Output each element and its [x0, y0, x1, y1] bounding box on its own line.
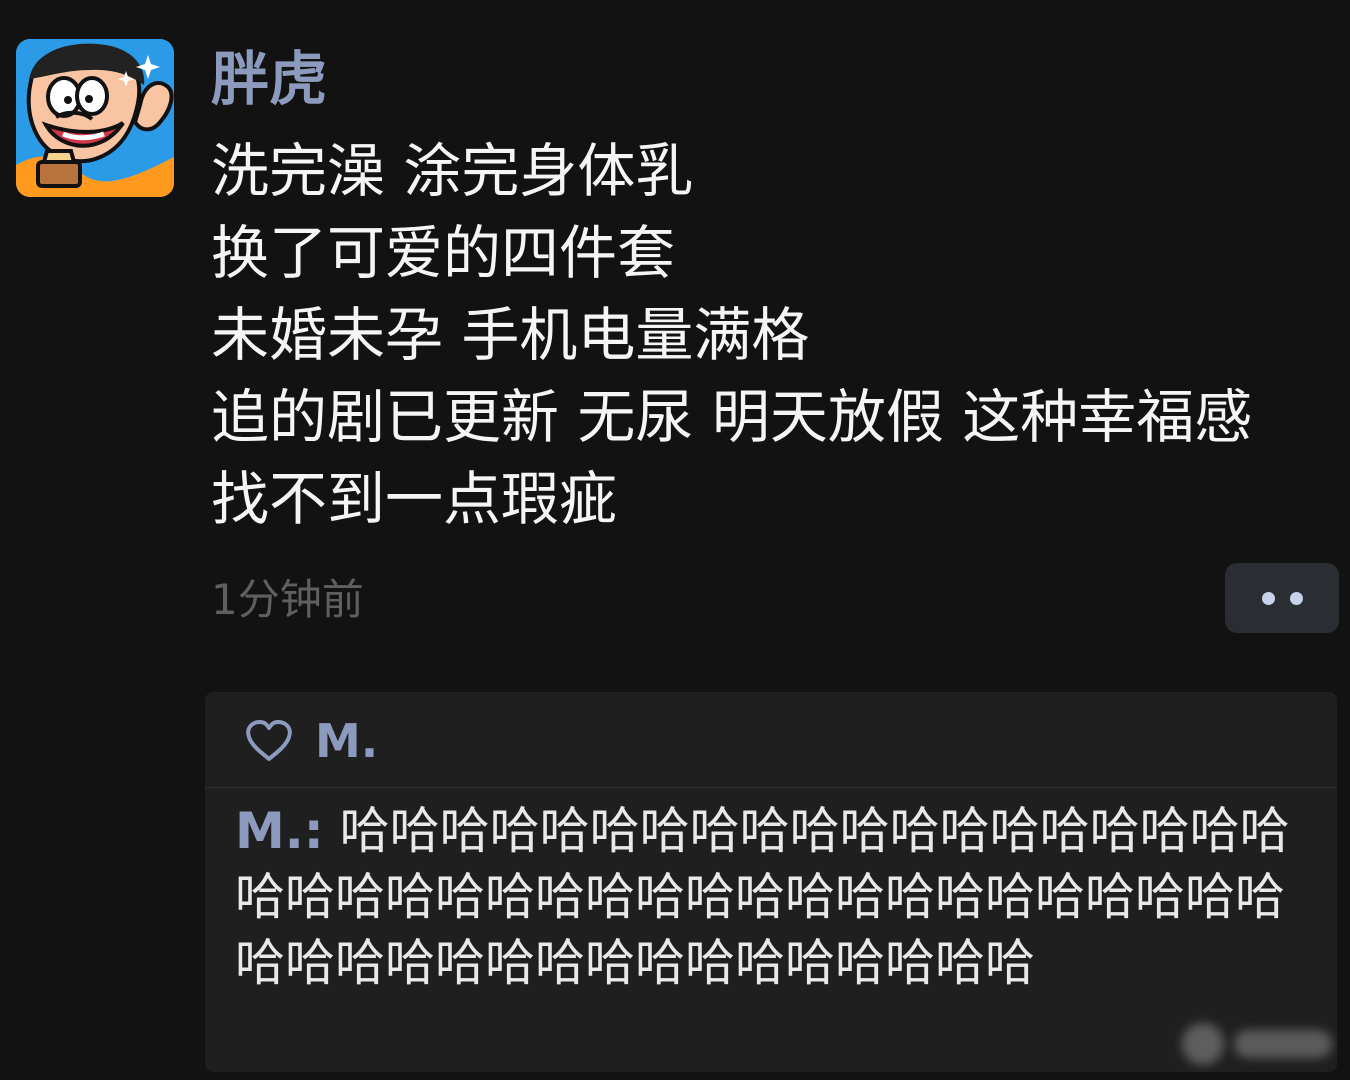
interaction-panel: M. M.: 哈哈哈哈哈哈哈哈哈哈哈哈哈哈哈哈哈哈哈哈哈哈哈哈哈哈哈哈哈哈哈哈哈… [205, 692, 1337, 1072]
heart-icon [246, 720, 292, 761]
ellipsis-icon [1261, 591, 1275, 605]
ellipsis-icon [1289, 591, 1303, 605]
panel-divider [205, 787, 1337, 788]
blurred-watermark [1182, 1018, 1342, 1070]
more-actions-button[interactable] [1225, 563, 1339, 633]
avatar[interactable] [16, 39, 174, 197]
liker-name[interactable]: M. [315, 712, 378, 770]
watermark-logo-icon [1182, 1023, 1224, 1065]
likes-row: M. [245, 712, 378, 770]
watermark-mark [1234, 1030, 1332, 1058]
post-timestamp: 1分钟前 [211, 575, 364, 624]
comment-author[interactable]: M.: [235, 802, 324, 860]
comment: M.: 哈哈哈哈哈哈哈哈哈哈哈哈哈哈哈哈哈哈哈哈哈哈哈哈哈哈哈哈哈哈哈哈哈哈哈哈… [235, 798, 1325, 996]
post-content: 洗完澡 涂完身体乳 换了可爱的四件套 未婚未孕 手机电量满格 追的剧已更新 无尿… [211, 137, 1253, 533]
comment-text: 哈哈哈哈哈哈哈哈哈哈哈哈哈哈哈哈哈哈哈哈哈哈哈哈哈哈哈哈哈哈哈哈哈哈哈哈哈哈哈哈… [235, 802, 1290, 992]
author-name[interactable]: 胖虎 [211, 42, 327, 116]
